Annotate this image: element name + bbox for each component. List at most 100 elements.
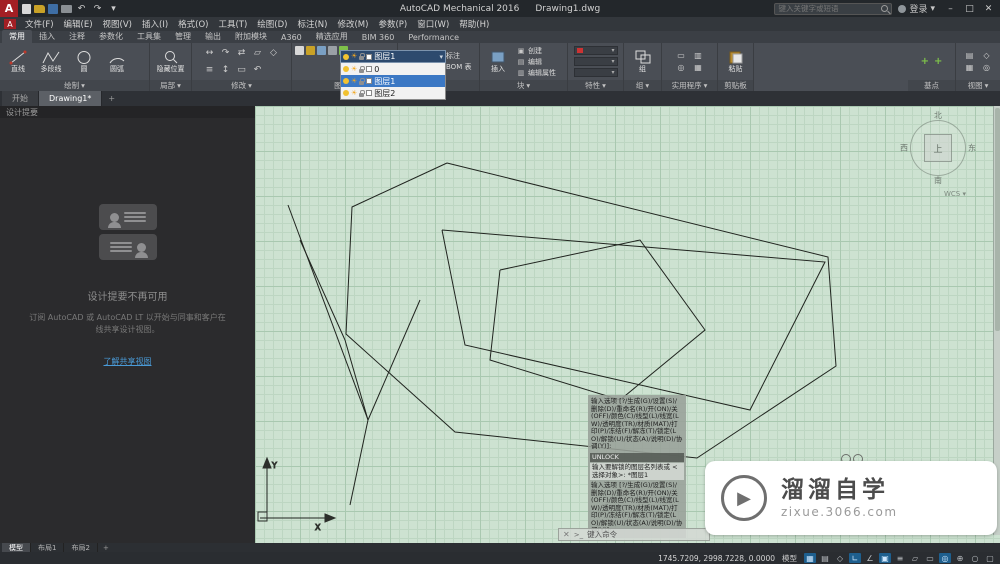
selection-cycling-icon[interactable]: ▭ <box>924 553 936 563</box>
sketch-line[interactable] <box>344 339 369 421</box>
edit-attributes-button[interactable]: ▥ 编辑属性 <box>516 68 556 78</box>
layer-on-icon[interactable] <box>343 78 349 84</box>
snap-mode-icon[interactable]: ▤ <box>819 553 831 563</box>
layer-thaw-icon[interactable]: ☀ <box>351 77 357 85</box>
quick-calc-icon[interactable]: ▦ <box>690 62 706 73</box>
save-icon[interactable] <box>48 3 58 14</box>
file-tab-drawing1[interactable]: Drawing1* <box>39 91 103 106</box>
help-search[interactable] <box>774 2 893 15</box>
new-drawing-tab-button[interactable]: + <box>102 91 121 106</box>
circle-button[interactable]: 圆 <box>69 50 99 74</box>
autocad-logo-icon[interactable]: A <box>0 0 18 17</box>
tab-output[interactable]: 输出 <box>198 30 228 43</box>
lineweight-icon[interactable]: ≡ <box>894 553 906 563</box>
layout-tab-layout1[interactable]: 布局1 <box>31 543 65 552</box>
tab-addins[interactable]: 附加模块 <box>228 30 274 43</box>
caret-down-icon[interactable]: ▾ <box>439 53 443 61</box>
isolate-objects-icon[interactable]: ○ <box>969 553 981 563</box>
tab-bim360[interactable]: BIM 360 <box>355 32 402 43</box>
menu-tools[interactable]: 工具(T) <box>213 18 252 30</box>
panel-label-group[interactable]: 组 ▾ <box>624 80 661 91</box>
polar-tracking-icon[interactable]: ∠ <box>864 553 876 563</box>
panel-label-basepoint[interactable]: 基点 <box>908 80 955 91</box>
command-line[interactable]: ✕ >_ 键入命令 <box>558 528 710 541</box>
view-top-icon[interactable]: ▤ <box>962 50 978 61</box>
qat-dropdown-icon[interactable]: ▾ <box>107 3 120 14</box>
linetype-dropdown[interactable]: ▾ <box>573 57 618 66</box>
command-input[interactable]: 键入命令 <box>587 529 617 540</box>
stretch-icon[interactable]: ↕ <box>218 62 233 78</box>
fullscreen-icon[interactable]: ▢ <box>984 553 996 563</box>
measure-icon[interactable]: ▭ <box>673 50 689 61</box>
menu-dimension[interactable]: 标注(N) <box>292 18 332 30</box>
menu-help[interactable]: 帮助(H) <box>454 18 494 30</box>
layer-thaw-icon[interactable]: ☀ <box>351 53 357 60</box>
layout-tab-model[interactable]: 模型 <box>2 543 31 552</box>
layer-color-swatch[interactable] <box>366 66 373 72</box>
wcs-dropdown[interactable]: WCS ▾ <box>944 190 966 198</box>
minimize-button[interactable]: – <box>941 0 960 17</box>
inner-polygon[interactable] <box>489 239 706 401</box>
viewcube-west[interactable]: 西 <box>900 143 908 154</box>
tab-annotate[interactable]: 注释 <box>62 30 92 43</box>
object-snap-icon[interactable]: ▣ <box>879 553 891 563</box>
infer-constraints-icon[interactable]: ◇ <box>834 553 846 563</box>
print-icon[interactable] <box>61 4 72 13</box>
tab-home[interactable]: 常用 <box>2 30 32 43</box>
layer-row-0[interactable]: ☀ 0 <box>341 63 445 75</box>
shared-views-link[interactable]: 了解共享视图 <box>0 356 255 367</box>
file-tab-start[interactable]: 开始 <box>2 91 39 106</box>
panel-label-view[interactable]: 视图 ▾ <box>956 80 1000 91</box>
layer-lock-icon[interactable] <box>359 77 365 85</box>
layer-isolate-icon[interactable] <box>317 46 326 55</box>
panel-label-detail[interactable]: 局部 ▾ <box>150 80 191 91</box>
fillet-icon[interactable]: ◇ <box>266 45 281 61</box>
sketch-line[interactable] <box>287 204 369 421</box>
layout-tab-layout2[interactable]: 布局2 <box>64 543 98 552</box>
polyline-button[interactable]: 多段线 <box>36 50 66 74</box>
quick-select-icon[interactable]: ▥ <box>690 50 706 61</box>
insert-block-button[interactable]: 插入 <box>483 50 513 74</box>
layer-thaw-icon[interactable]: ☀ <box>351 89 357 97</box>
tab-toolsets[interactable]: 工具集 <box>130 30 168 43</box>
workspace-icon[interactable]: ⊕ <box>954 553 966 563</box>
tab-manage[interactable]: 管理 <box>168 30 198 43</box>
id-point-icon[interactable]: ◎ <box>673 62 689 73</box>
close-icon[interactable]: ✕ <box>563 530 570 539</box>
menu-draw[interactable]: 绘图(D) <box>252 18 292 30</box>
group-button[interactable]: 组 <box>628 50 658 74</box>
scrollbar-thumb[interactable] <box>995 108 1000 332</box>
ortho-mode-icon[interactable]: ∟ <box>849 553 861 563</box>
viewcube-north[interactable]: 北 <box>934 110 942 121</box>
layer-color-swatch[interactable] <box>366 78 373 84</box>
layer-on-icon[interactable] <box>343 66 349 72</box>
edit-block-button[interactable]: ▤ 编辑 <box>516 57 556 67</box>
array-icon[interactable]: ↶ <box>250 62 265 78</box>
layer-properties-icon[interactable] <box>295 46 304 55</box>
view-front-icon[interactable]: ▦ <box>962 62 978 73</box>
menu-window[interactable]: 窗口(W) <box>412 18 454 30</box>
basepoint-edit-icon[interactable]: + <box>934 56 942 67</box>
sketch-line[interactable] <box>349 419 369 506</box>
tab-parametric[interactable]: 参数化 <box>92 30 130 43</box>
mirror-icon[interactable]: ▱ <box>250 45 265 61</box>
scale-icon[interactable]: ▭ <box>234 62 249 78</box>
tab-a360[interactable]: A360 <box>274 32 309 43</box>
new-file-icon[interactable] <box>22 3 31 14</box>
layer-combo[interactable]: ☀ 图层1 ▾ <box>340 50 446 63</box>
panel-label-clipboard[interactable]: 剪贴板 <box>718 80 753 91</box>
add-layout-button[interactable]: + <box>98 543 114 552</box>
copy-icon[interactable]: ⇄ <box>234 45 249 61</box>
layer-on-icon[interactable] <box>343 90 349 96</box>
view-orbit-icon[interactable]: ◎ <box>979 62 995 73</box>
viewcube-south[interactable]: 南 <box>934 175 942 186</box>
tab-featured-apps[interactable]: 精选应用 <box>309 30 355 43</box>
layer-lock-icon[interactable] <box>359 89 365 97</box>
maximize-button[interactable]: □ <box>960 0 979 17</box>
close-button[interactable]: ✕ <box>979 0 998 17</box>
layer-on-icon[interactable] <box>343 53 349 60</box>
object-color-dropdown[interactable]: ▾ <box>573 46 618 55</box>
hide-position-button[interactable]: 隐藏位置 <box>154 50 188 74</box>
layer-row-layer2[interactable]: ☀ 图层2 <box>341 87 445 99</box>
sketch-line[interactable] <box>367 299 421 421</box>
